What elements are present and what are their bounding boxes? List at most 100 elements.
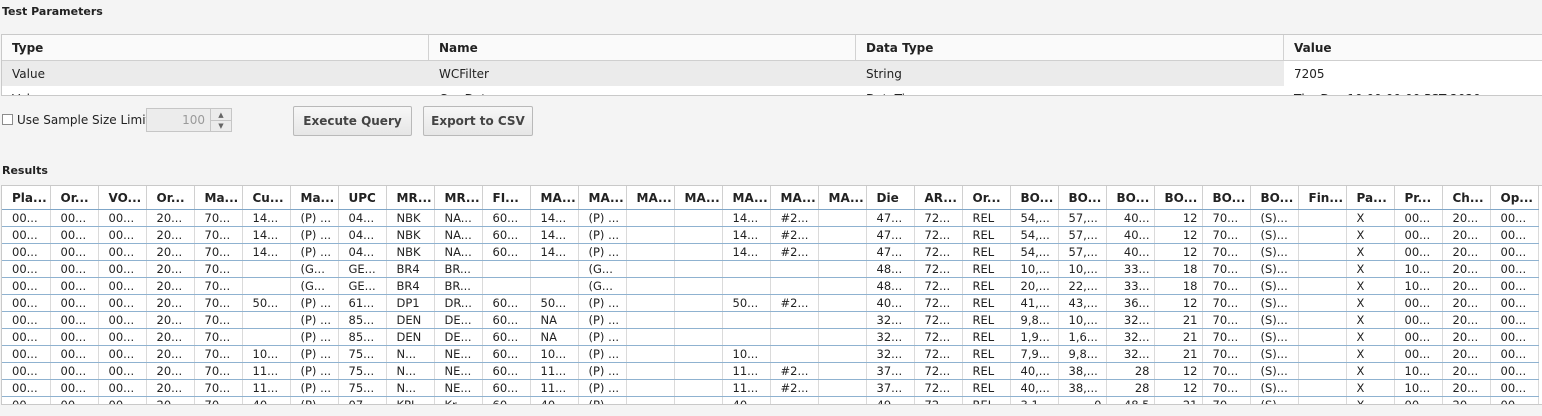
results-column-header[interactable]: MA... <box>770 186 819 210</box>
results-cell: 50... <box>722 294 771 312</box>
results-row[interactable]: 00... 00... 00... 20... 70... 14... (P) ... 04.… <box>2 243 1539 261</box>
spinner-down-icon[interactable]: ▼ <box>210 120 231 131</box>
parameter-row[interactable]: Value CurrDate DateTime Thu Dec 10 00:00… <box>2 86 1542 96</box>
results-cell: 10,... <box>1010 260 1059 278</box>
results-column-header[interactable]: Or... <box>146 186 195 210</box>
results-cell <box>242 328 291 346</box>
results-cell: 10... <box>1394 379 1443 397</box>
results-column-header[interactable]: Cu... <box>242 186 291 210</box>
results-row[interactable]: 00... 00... 00... 20... 70... 11... (P) ... 75.… <box>2 379 1539 397</box>
results-column-header[interactable]: MA... <box>530 186 579 210</box>
results-cell: 14... <box>242 243 291 261</box>
results-column-header[interactable]: MA... <box>578 186 627 210</box>
results-cell: 70... <box>194 311 243 329</box>
results-cell: 47... <box>866 226 915 244</box>
sample-size-input[interactable] <box>165 109 205 131</box>
results-grid[interactable]: Pla... Or... VO... Or... Ma... Cu... Ma... UPC M… <box>1 185 1542 405</box>
results-column-header[interactable]: MR... <box>434 186 483 210</box>
results-column-header[interactable]: Pa... <box>1346 186 1395 210</box>
results-column-header[interactable]: MA... <box>674 186 723 210</box>
results-row[interactable]: 00... 00... 00... 20... 70... 14... (P) ... 04.… <box>2 209 1539 227</box>
results-cell: 00... <box>1490 260 1539 278</box>
results-cell: 33... <box>1106 260 1155 278</box>
sample-size-label[interactable]: Use Sample Size Limit <box>17 113 150 127</box>
results-cell: 00... <box>50 396 99 404</box>
results-row[interactable]: 00... 00... 00... 20... 70... 14... (P) ... 04.… <box>2 226 1539 244</box>
results-cell: 36... <box>1106 294 1155 312</box>
results-cell: 10,... <box>1058 260 1107 278</box>
results-row[interactable]: 00... 00... 00... 20... 70... 11... (P) ... 75.… <box>2 362 1539 380</box>
results-column-header[interactable]: Ma... <box>290 186 339 210</box>
results-cell <box>818 362 867 380</box>
results-column-header[interactable]: Fin... <box>1298 186 1347 210</box>
parameter-value[interactable]: 7205 <box>1284 61 1542 86</box>
column-header-type[interactable]: Type <box>2 35 429 60</box>
results-cell: 00... <box>2 379 51 397</box>
results-cell: NBK <box>386 243 435 261</box>
results-cell: 14... <box>530 226 579 244</box>
export-csv-button[interactable]: Export to CSV <box>423 106 533 136</box>
parameter-value[interactable]: Thu Dec 10 00:00:00 PST 2020 <box>1284 86 1542 96</box>
results-cell <box>1298 345 1347 363</box>
results-cell: 72... <box>914 379 963 397</box>
results-row[interactable]: 00... 00... 00... 20... 70... (G... GE... BR4 BR… <box>2 277 1539 295</box>
results-cell: #2... <box>770 362 819 380</box>
results-column-header[interactable]: FI... <box>482 186 531 210</box>
results-row[interactable]: 00... 00... 00... 20... 70... (G... GE... BR4 BR… <box>2 260 1539 278</box>
results-column-header[interactable]: MA... <box>626 186 675 210</box>
results-column-header[interactable]: UPC <box>338 186 387 210</box>
results-column-header[interactable]: Ch... <box>1442 186 1491 210</box>
results-row[interactable]: 00... 00... 00... 20... 70... 40... (P) ... 07.… <box>2 396 1539 404</box>
results-column-header[interactable]: BO... <box>1154 186 1203 210</box>
test-parameters-table[interactable]: Type Name Data Type Value Value WCFilter… <box>1 34 1542 96</box>
column-header-data-type[interactable]: Data Type <box>856 35 1284 60</box>
results-column-header[interactable]: BO... <box>1106 186 1155 210</box>
column-header-name[interactable]: Name <box>429 35 856 60</box>
results-column-header[interactable]: Ma... <box>194 186 243 210</box>
results-cell: 38,... <box>1058 379 1107 397</box>
results-cell: 14... <box>722 226 771 244</box>
results-row[interactable]: 00... 00... 00... 20... 70... (P) ... 85... DEN… <box>2 311 1539 329</box>
results-row[interactable]: 00... 00... 00... 20... 70... 10... (P) ... 75.… <box>2 345 1539 363</box>
parameter-type: Value <box>12 66 45 81</box>
results-column-header[interactable]: BO... <box>1250 186 1299 210</box>
results-cell: 70... <box>194 260 243 278</box>
results-column-header[interactable]: MA... <box>818 186 867 210</box>
execute-query-button[interactable]: Execute Query <box>293 106 412 136</box>
results-cell: 72... <box>914 277 963 295</box>
results-cell: 00... <box>2 243 51 261</box>
results-column-header[interactable]: MA... <box>722 186 771 210</box>
parameter-row[interactable]: Value WCFilter String 7205 <box>2 61 1542 86</box>
results-column-header[interactable]: BO... <box>1010 186 1059 210</box>
results-column-header[interactable]: MR... <box>386 186 435 210</box>
results-cell: 18 <box>1154 260 1203 278</box>
results-cell: 54,... <box>1010 243 1059 261</box>
sample-size-spinner[interactable]: ▲ ▼ <box>146 108 232 132</box>
results-cell: GE... <box>338 277 387 295</box>
results-cell <box>626 226 675 244</box>
results-cell: (S)... <box>1250 294 1299 312</box>
results-column-header[interactable]: Op... <box>1490 186 1539 210</box>
results-cell: X <box>1346 362 1395 380</box>
results-cell: 00... <box>1490 311 1539 329</box>
results-column-header[interactable]: BO... <box>1202 186 1251 210</box>
results-cell: 00... <box>1394 294 1443 312</box>
results-column-header[interactable]: Or... <box>50 186 99 210</box>
results-cell: 00... <box>1394 311 1443 329</box>
column-header-value[interactable]: Value <box>1284 35 1542 60</box>
results-column-header[interactable]: AR... <box>914 186 963 210</box>
sample-size-checkbox[interactable] <box>2 114 13 125</box>
results-cell: 12 <box>1154 243 1203 261</box>
results-row[interactable]: 00... 00... 00... 20... 70... (P) ... 85... DEN… <box>2 328 1539 346</box>
results-cell <box>1298 260 1347 278</box>
results-cell: 00... <box>98 379 147 397</box>
results-column-header[interactable]: Or... <box>962 186 1011 210</box>
results-row[interactable]: 00... 00... 00... 20... 70... 50... (P) ... 61.… <box>2 294 1539 312</box>
results-column-header[interactable]: Pr... <box>1394 186 1443 210</box>
results-cell: 60... <box>482 226 531 244</box>
results-column-header[interactable]: Pla... <box>2 186 51 210</box>
results-cell: X <box>1346 277 1395 295</box>
results-column-header[interactable]: VO... <box>98 186 147 210</box>
results-column-header[interactable]: BO... <box>1058 186 1107 210</box>
results-column-header[interactable]: Die <box>866 186 915 210</box>
